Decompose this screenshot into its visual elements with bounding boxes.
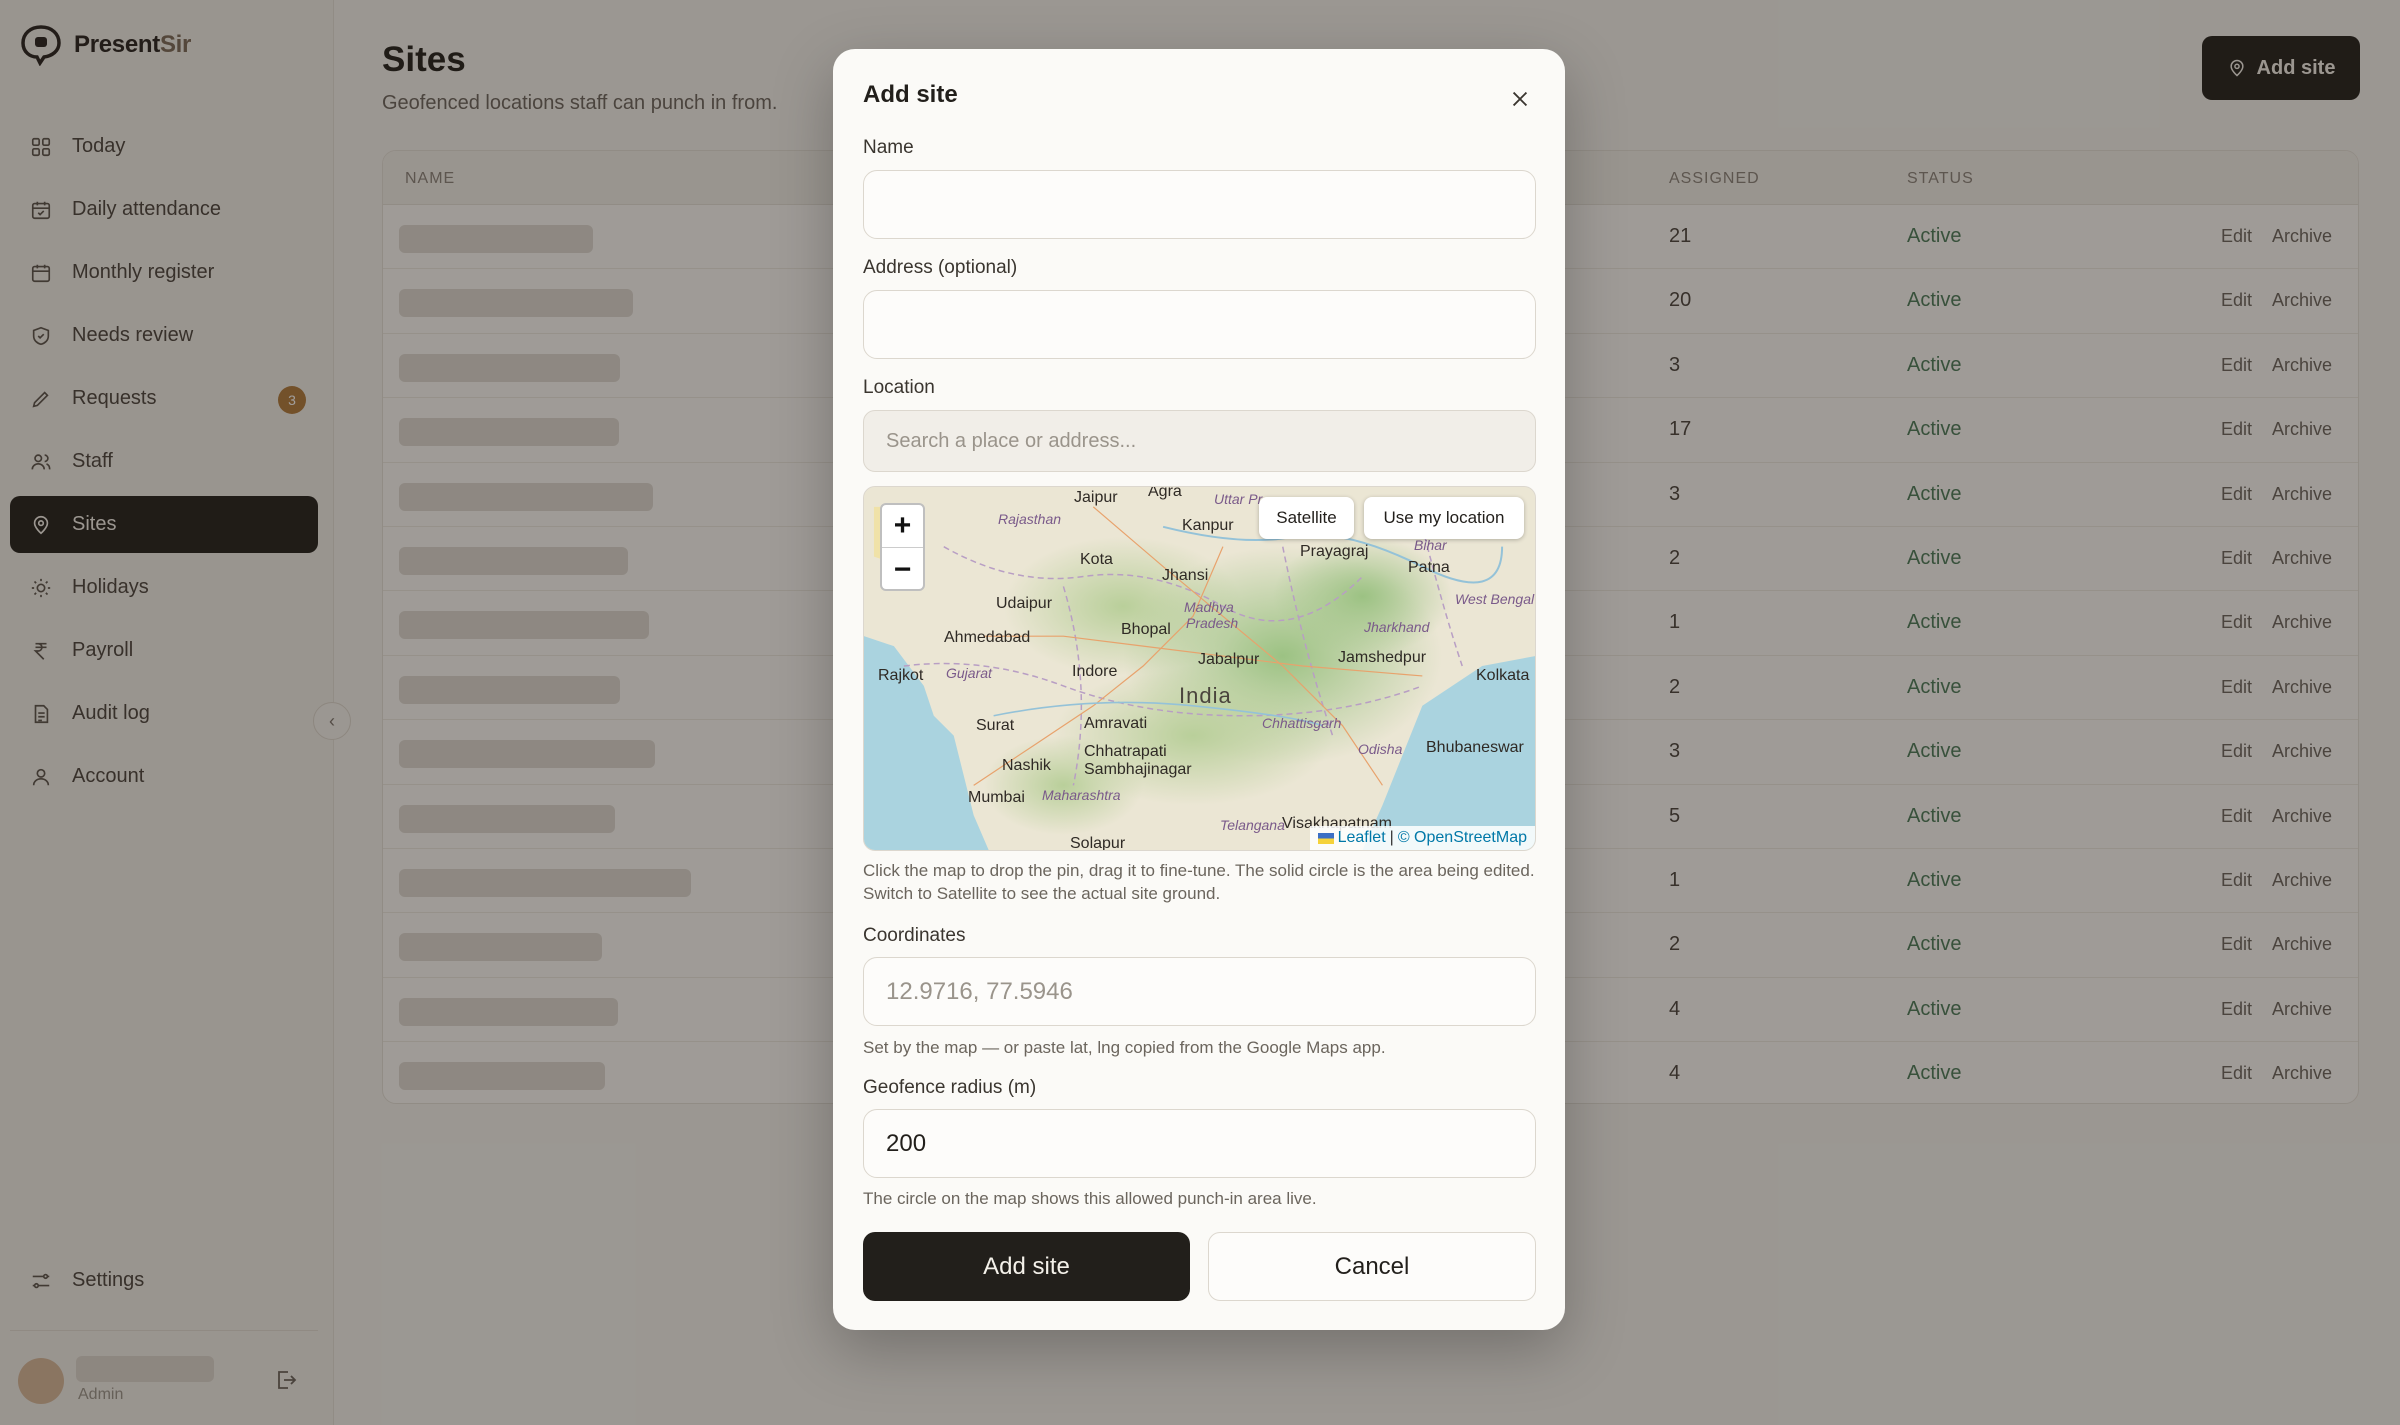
location-label: Location (863, 377, 935, 398)
map-region-label: West Bengal (1455, 591, 1535, 607)
map-region-label: Jharkhand (1364, 619, 1430, 635)
map-place-label: Jamshedpur (1338, 649, 1427, 666)
map-place-label: Solapur (1070, 835, 1126, 851)
map-region-label: Telangana (1220, 817, 1285, 833)
name-input[interactable] (863, 170, 1536, 239)
leaflet-link[interactable]: Leaflet (1338, 829, 1386, 847)
map-attribution: Leaflet | © OpenStreetMap (1309, 826, 1535, 850)
close-button[interactable] (1504, 83, 1536, 115)
map-place-label: Jabalpur (1198, 651, 1260, 668)
geofence-radius-label: Geofence radius (m) (863, 1077, 1037, 1098)
map-place-label: Kota (1080, 551, 1113, 568)
dialog-title: Add site (863, 81, 958, 108)
satellite-toggle-button[interactable]: Satellite (1259, 497, 1354, 539)
name-label: Name (863, 137, 914, 158)
close-icon (1512, 91, 1528, 107)
map-region-label: Bihar (1414, 537, 1447, 553)
map-place-label: Rajkot (878, 667, 924, 684)
map-place-label: Nashik (1002, 757, 1051, 774)
map-region-label: Gujarat (946, 665, 992, 681)
map-region-label: Odisha (1358, 741, 1403, 757)
submit-add-site-button[interactable]: Add site (863, 1232, 1190, 1301)
map-region-label: Chhattisgarh (1262, 715, 1342, 731)
map-place-label: Mumbai (968, 789, 1025, 806)
map-place-label: Prayagraj (1300, 543, 1369, 560)
location-search-input[interactable]: Search a place or address... (863, 410, 1536, 472)
map-place-label: Udaipur (996, 595, 1053, 612)
map-place-label: Chhatrapati (1084, 743, 1167, 760)
coordinates-help-text: Set by the map — or paste lat, lng copie… (863, 1038, 1386, 1057)
cancel-button[interactable]: Cancel (1208, 1232, 1536, 1301)
map-place-label: Ahmedabad (944, 629, 1031, 646)
address-label: Address (optional) (863, 257, 1018, 278)
map-zoom-control: + − (880, 503, 925, 591)
map-region-label: Pradesh (1186, 615, 1239, 631)
ukraine-flag-icon (1317, 832, 1334, 844)
coordinates-label: Coordinates (863, 925, 966, 946)
map-place-label: Kolkata (1476, 667, 1530, 684)
map-region-label: Rajasthan (998, 511, 1062, 527)
map-country-label: India (1179, 683, 1232, 708)
add-site-dialog: Add site Name Address (optional) Locatio… (833, 49, 1565, 1330)
map-place-label: Agra (1148, 486, 1182, 500)
map-place-label: Kanpur (1182, 517, 1234, 534)
zoom-in-button[interactable]: + (882, 505, 923, 548)
address-input[interactable] (863, 290, 1536, 359)
coordinates-input[interactable]: 12.9716, 77.5946 (863, 957, 1536, 1026)
geofence-radius-input[interactable]: 200 (863, 1109, 1536, 1178)
zoom-out-button[interactable]: − (882, 548, 923, 589)
map-region-label: Maharashtra (1042, 787, 1121, 803)
use-my-location-button[interactable]: Use my location (1364, 497, 1524, 539)
map-place-label: Bhopal (1121, 621, 1171, 638)
radius-help-text: The circle on the map shows this allowed… (863, 1189, 1317, 1208)
openstreetmap-link[interactable]: © OpenStreetMap (1398, 829, 1527, 847)
location-map[interactable]: Jaipur Agra Uttar Pr Rajasthan Kanpur Pr… (863, 486, 1536, 851)
map-place-label: Surat (976, 717, 1015, 734)
map-place-label: Sambhajinagar (1084, 761, 1192, 778)
map-place-label: Bhubaneswar (1426, 739, 1524, 756)
map-region-label: Madhya (1184, 599, 1234, 615)
map-place-label: Amravati (1084, 715, 1148, 732)
map-place-label: Indore (1072, 663, 1118, 680)
map-place-label: Patna (1408, 559, 1450, 576)
map-place-label: Jaipur (1074, 489, 1118, 506)
map-place-label: Jhansi (1162, 567, 1209, 584)
map-help-text: Click the map to drop the pin, drag it t… (863, 861, 1535, 903)
map-region-label: Uttar Pr (1214, 491, 1263, 507)
